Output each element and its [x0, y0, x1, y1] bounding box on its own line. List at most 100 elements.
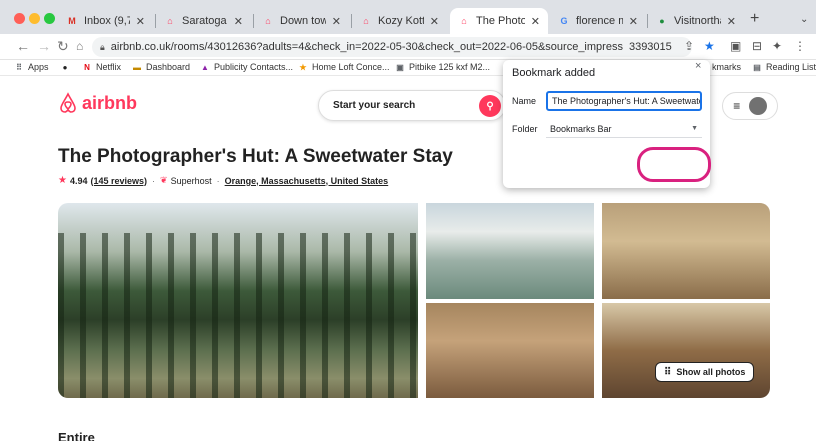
bookmark-label: Home Loft Conce...: [312, 62, 390, 72]
minimize-window-button[interactable]: [29, 13, 40, 24]
close-window-button[interactable]: [14, 13, 25, 24]
close-tab-icon[interactable]: ✕: [234, 15, 243, 28]
share-icon[interactable]: ⇪: [684, 39, 694, 53]
close-icon[interactable]: ×: [695, 60, 701, 72]
reviews-link[interactable]: (145 reviews): [91, 176, 148, 186]
airbnb-tab-icon: ⌂: [265, 16, 271, 26]
site-icon: ●: [659, 16, 665, 26]
github-icon: ●: [62, 62, 68, 72]
folder-select[interactable]: Bookmarks Bar ▼: [546, 120, 702, 138]
back-arrow-icon[interactable]: ←: [16, 38, 30, 54]
bookmark-netflix[interactable]: N Netflix: [82, 62, 121, 72]
tab-downtown[interactable]: ⌂ Down town Flo ✕: [254, 8, 349, 34]
close-tab-icon[interactable]: ✕: [629, 15, 638, 28]
lock-icon: 🔒︎: [100, 41, 105, 52]
photo-top-right[interactable]: [602, 203, 770, 299]
star-icon: ★: [58, 175, 67, 186]
extension-icon[interactable]: ⊟: [752, 39, 762, 53]
url-suffix: 3393015: [628, 41, 672, 53]
airbnb-tab-icon: ⌂: [363, 16, 369, 26]
tab-inbox[interactable]: M Inbox (9,722) ✕: [58, 8, 153, 34]
photo-texture: [58, 233, 418, 398]
tab-label: Down town Flo: [280, 15, 326, 27]
close-tab-icon[interactable]: ✕: [136, 15, 145, 28]
tab-florence-mass[interactable]: G florence mass ✕: [550, 8, 646, 34]
close-tab-icon[interactable]: ✕: [430, 15, 439, 28]
bookmark-reading-list[interactable]: ▤ Reading List: [752, 62, 816, 72]
netflix-icon: N: [84, 62, 90, 72]
avatar: [748, 97, 767, 115]
folder-icon: ▲: [201, 62, 209, 72]
bookmark-star-icon[interactable]: ★: [704, 39, 715, 53]
bookmark-label: Reading List: [766, 62, 816, 72]
airbnb-logo[interactable]: airbnb: [58, 92, 137, 114]
bookmark-apps[interactable]: ⠿ Apps: [14, 62, 49, 72]
tab-kozy-kottage[interactable]: ⌂ Kozy Kottage ✕: [352, 8, 447, 34]
main-photo[interactable]: [58, 203, 418, 398]
folder-label: Folder: [512, 124, 538, 134]
browser-toolbar: ← → ↻ ⌂ 🔒︎ airbnb.co.uk/rooms/43012636?a…: [0, 34, 816, 60]
photo-top-left[interactable]: [426, 203, 594, 299]
superhost-label: Superhost: [170, 175, 212, 186]
bookmark-home-loft[interactable]: ★ Home Loft Conce...: [298, 62, 390, 72]
bookmark-github[interactable]: ●: [60, 62, 74, 72]
photo-bottom-left[interactable]: [426, 303, 594, 398]
tab-strip: M Inbox (9,722) ✕ ⌂ Saratoga Spring ✕ ⌂ …: [0, 0, 816, 34]
bookmark-pitbike[interactable]: ▣ Pitbike 125 kxf M2...: [395, 62, 490, 72]
search-icon[interactable]: ⚲: [479, 95, 501, 117]
superhost-medal-icon: ❦: [160, 175, 168, 185]
extension-icon[interactable]: ▣: [730, 39, 741, 53]
site-icon: ★: [299, 62, 307, 72]
tab-label: Saratoga Spring: [182, 15, 228, 27]
home-icon[interactable]: ⌂: [76, 39, 83, 53]
grid-icon: ⠿: [664, 366, 672, 378]
extensions-puzzle-icon[interactable]: ✦: [772, 39, 782, 53]
bookmark-dashboard[interactable]: ▬ Dashboard: [132, 62, 190, 72]
user-menu-button[interactable]: ≡: [722, 92, 778, 120]
listing-subheading: Entire: [58, 430, 95, 441]
address-bar[interactable]: 🔒︎ airbnb.co.uk/rooms/43012636?adults=4&…: [92, 37, 692, 57]
maximize-window-button[interactable]: [44, 13, 55, 24]
tab-label: Kozy Kottage: [378, 15, 424, 27]
site-icon: ▣: [396, 62, 404, 72]
rating-value: 4.94: [69, 175, 88, 186]
bookmark-name-field[interactable]: The Photographer's Hut: A Sweetwater: [546, 91, 702, 111]
hamburger-menu-icon: ≡: [733, 99, 741, 113]
highlight-circle: [637, 147, 711, 182]
dashboard-icon: ▬: [133, 62, 141, 72]
show-all-photos-button[interactable]: ⠿ Show all photos: [655, 362, 755, 382]
reading-list-icon: ▤: [753, 62, 761, 72]
bookmark-label: Apps: [28, 62, 49, 72]
location-link[interactable]: Orange, Massachusetts, United States: [225, 176, 389, 186]
profile-icon[interactable]: ⋮: [794, 39, 806, 53]
bookmark-label: Netflix: [96, 62, 122, 72]
bookmark-other-bookmarks[interactable]: kmarks: [712, 62, 741, 72]
reload-icon[interactable]: ↻: [57, 38, 69, 55]
tab-visitnorthampton[interactable]: ● Visitnorthampt ✕: [648, 8, 744, 34]
tab-label: The Photograp: [476, 15, 525, 27]
forward-arrow-icon[interactable]: →: [37, 38, 51, 54]
tab-search-chevron-icon[interactable]: ⌄: [800, 14, 808, 25]
apps-icon: ⠿: [16, 62, 22, 72]
tab-label: Visitnorthampt: [674, 15, 721, 27]
search-bar[interactable]: Start your search ⚲: [318, 90, 506, 121]
bookmark-label: kmarks: [712, 62, 741, 72]
tab-saratoga[interactable]: ⌂ Saratoga Spring ✕: [156, 8, 251, 34]
tab-label: florence mass: [576, 15, 623, 27]
airbnb-tab-icon: ⌂: [461, 16, 467, 26]
new-tab-button[interactable]: +: [750, 10, 759, 28]
close-tab-icon[interactable]: ✕: [332, 15, 341, 28]
search-placeholder: Start your search: [333, 100, 416, 111]
bookmark-publicity-contacts[interactable]: ▲ Publicity Contacts...: [200, 62, 293, 72]
dialog-title: Bookmark added: [512, 67, 596, 79]
name-label: Name: [512, 96, 537, 106]
close-tab-icon[interactable]: ✕: [531, 15, 540, 28]
gmail-icon: M: [68, 16, 76, 26]
folder-value: Bookmarks Bar: [550, 123, 612, 134]
close-tab-icon[interactable]: ✕: [727, 15, 736, 28]
photo-bottom-right[interactable]: [602, 303, 770, 398]
url-text: airbnb.co.uk/rooms/43012636?adults=4&che…: [110, 41, 623, 53]
tab-photographers-hut[interactable]: ⌂ The Photograp ✕: [450, 8, 548, 34]
listing-meta: ★ 4.94 (145 reviews) · ❦ Superhost · Ora…: [58, 175, 388, 186]
separator-dot: ·: [216, 175, 220, 186]
